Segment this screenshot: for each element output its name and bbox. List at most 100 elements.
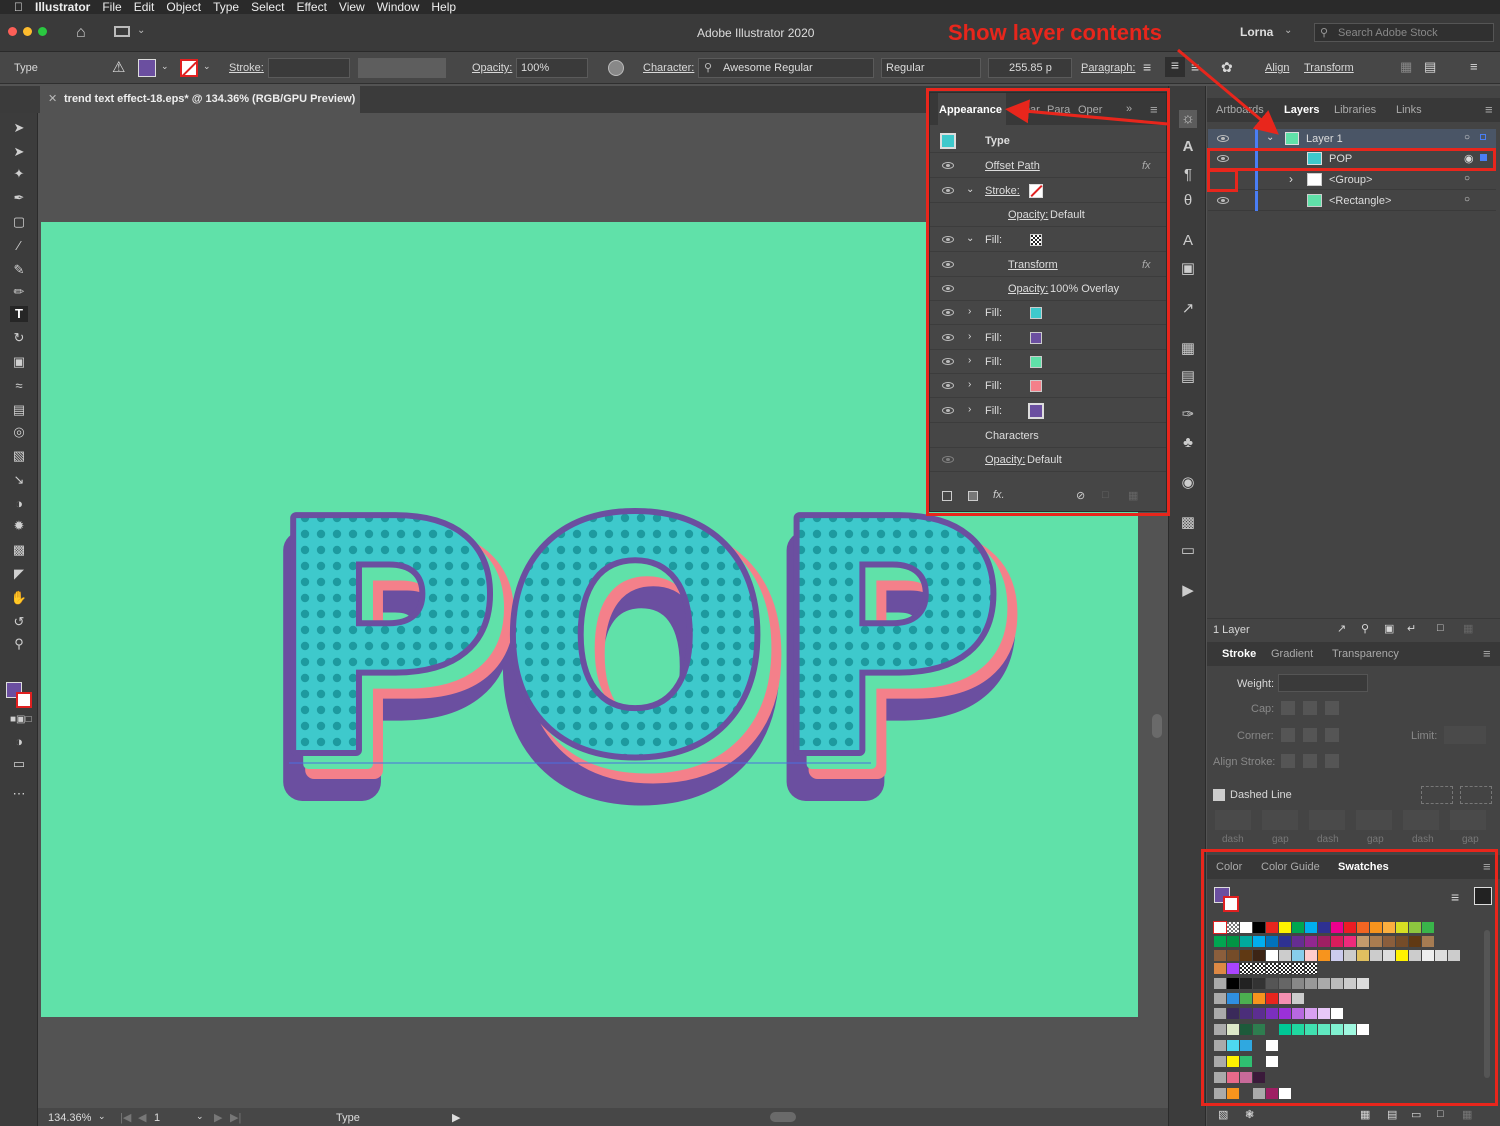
symbols-panel-icon[interactable]: ♣: [1179, 434, 1197, 452]
selection-tool-icon[interactable]: ➤: [10, 120, 28, 136]
stroke-label[interactable]: Stroke:: [229, 62, 264, 74]
paintbrush-icon[interactable]: ✎: [10, 262, 28, 278]
folder-icon[interactable]: ▭: [1411, 1108, 1421, 1121]
tab-links[interactable]: Links: [1396, 104, 1422, 116]
apple-icon[interactable]: : [14, 0, 23, 14]
delete-swatch-icon[interactable]: ▦: [1462, 1108, 1472, 1121]
blend-tool-icon[interactable]: ◑: [10, 496, 28, 512]
artboard-tool-icon[interactable]: ▩: [10, 542, 28, 558]
magic-wand-icon[interactable]: ✦: [10, 166, 28, 182]
symbol-sprayer-icon[interactable]: ✹: [10, 518, 28, 534]
dash-field-3[interactable]: [1403, 810, 1439, 830]
menu-effect[interactable]: Effect: [296, 0, 326, 14]
close-tab-icon[interactable]: ✕: [48, 92, 57, 105]
hand-tool-icon[interactable]: ✋: [10, 590, 28, 606]
menu-window[interactable]: Window: [377, 0, 420, 14]
add-to-library-icon[interactable]: ❃: [1245, 1108, 1254, 1121]
warp-tool-icon[interactable]: ≈: [10, 378, 28, 394]
menu-type[interactable]: Type: [213, 0, 239, 14]
user-chevron-icon[interactable]: ⌄: [1284, 25, 1292, 36]
layer-row-group[interactable]: › <Group> ○: [1208, 170, 1496, 190]
square-cap-button[interactable]: [1325, 701, 1339, 715]
next-page-icon[interactable]: ▶: [214, 1111, 222, 1124]
font-style-field[interactable]: Regular: [881, 58, 981, 78]
swatch-libraries-icon[interactable]: ▧: [1218, 1108, 1228, 1121]
tab-gradient[interactable]: Gradient: [1271, 648, 1313, 660]
eyedropper-icon[interactable]: ↘: [10, 472, 28, 488]
control-menu-icon[interactable]: ≡: [1470, 59, 1478, 74]
fill-color-swatch[interactable]: [138, 59, 156, 77]
gap-field-2[interactable]: [1356, 810, 1392, 830]
line-tool-icon[interactable]: ⁄: [10, 238, 28, 254]
stroke-chevron-icon[interactable]: ⌄: [203, 61, 211, 72]
more-tools-icon[interactable]: ⋯: [10, 786, 28, 802]
rotate-tool-icon[interactable]: ↻: [10, 330, 28, 346]
maximize-window-button[interactable]: [38, 27, 47, 36]
prev-page-icon[interactable]: ◀: [138, 1111, 146, 1124]
gradient-tool-icon[interactable]: ▤: [10, 402, 28, 418]
locate-object-icon[interactable]: ⚲: [1361, 622, 1369, 635]
menu-view[interactable]: View: [339, 0, 365, 14]
layer-name[interactable]: <Group>: [1329, 174, 1372, 186]
dash-field-2[interactable]: [1309, 810, 1345, 830]
target-icon[interactable]: ○: [1464, 194, 1470, 205]
paragraph-panel-icon[interactable]: ¶: [1179, 166, 1197, 184]
isolate-icon[interactable]: ▦: [1400, 59, 1412, 75]
new-swatch-icon[interactable]: □: [1437, 1108, 1444, 1120]
align-center-button[interactable]: [1281, 754, 1295, 768]
miter-join-button[interactable]: [1281, 728, 1295, 742]
transform-panel-icon[interactable]: ▦: [1179, 340, 1197, 358]
layer-name[interactable]: Layer 1: [1306, 133, 1343, 145]
menu-file[interactable]: File: [102, 0, 121, 14]
stroke-menu-icon[interactable]: ≡: [1483, 646, 1491, 661]
character-label[interactable]: Character:: [643, 62, 694, 74]
bevel-join-button[interactable]: [1325, 728, 1339, 742]
screen-mode-icon[interactable]: ▭: [10, 756, 28, 772]
zoom-level[interactable]: 134.36%: [48, 1112, 91, 1124]
page-chevron-icon[interactable]: ⌄: [196, 1111, 204, 1122]
draw-mode-icon[interactable]: ◑: [10, 734, 28, 750]
font-family-field[interactable]: ⚲ Awesome Regular: [698, 58, 874, 78]
align-outside-button[interactable]: [1325, 754, 1339, 768]
round-join-button[interactable]: [1303, 728, 1317, 742]
document-tab[interactable]: ✕ trend text effect-18.eps* @ 134.36% (R…: [40, 86, 360, 113]
round-cap-button[interactable]: [1303, 701, 1317, 715]
menu-object[interactable]: Object: [166, 0, 201, 14]
stroke-swatch[interactable]: [16, 692, 32, 708]
zoom-chevron-icon[interactable]: ⌄: [98, 1111, 106, 1122]
new-color-group-icon[interactable]: ▤: [1387, 1108, 1397, 1121]
opacity-field[interactable]: 100%: [516, 58, 588, 78]
gap-field-1[interactable]: [1262, 810, 1298, 830]
graphic-styles-icon[interactable]: ▣: [1179, 260, 1197, 278]
workspace-layout-icon[interactable]: [114, 26, 130, 37]
align-dash-button[interactable]: [1460, 786, 1492, 804]
tab-transparency[interactable]: Transparency: [1332, 648, 1399, 660]
status-arrow-icon[interactable]: ▶: [452, 1111, 460, 1124]
page-number[interactable]: 1: [154, 1112, 160, 1124]
clipping-mask-icon[interactable]: ▣: [1384, 622, 1394, 635]
rectangle-tool-icon[interactable]: ▢: [10, 214, 28, 230]
pathfinder-icon[interactable]: ▩: [1179, 514, 1197, 532]
align-inside-button[interactable]: [1303, 754, 1317, 768]
stroke-weight-field[interactable]: [268, 58, 350, 78]
eraser-icon[interactable]: ▣: [10, 354, 28, 370]
transform-link[interactable]: Transform: [1304, 62, 1354, 74]
swatch-options-icon[interactable]: ▦: [1360, 1108, 1370, 1121]
opentype-panel-icon[interactable]: θ: [1179, 192, 1197, 210]
pencil-icon[interactable]: ✏: [10, 284, 28, 300]
tab-libraries[interactable]: Libraries: [1334, 104, 1376, 116]
pen-tool-icon[interactable]: ✒: [10, 190, 28, 206]
arrange-icon[interactable]: ▤: [1424, 59, 1436, 75]
target-icon[interactable]: ○: [1464, 132, 1470, 143]
user-name[interactable]: Lorna: [1240, 25, 1273, 39]
export-icon[interactable]: ↗: [1337, 622, 1346, 635]
artboards-panel-icon[interactable]: ▭: [1179, 542, 1197, 560]
stroke-color-swatch[interactable]: [180, 59, 198, 77]
color-mode-icon[interactable]: ■▣□: [10, 712, 32, 728]
recolor-artwork-icon[interactable]: [608, 60, 624, 76]
expand-group-icon[interactable]: ›: [1289, 172, 1293, 186]
menu-app-name[interactable]: Illustrator: [35, 0, 90, 14]
delete-layer-icon[interactable]: ▦: [1463, 622, 1473, 635]
minimize-window-button[interactable]: [23, 27, 32, 36]
chevron-down-icon[interactable]: ⌄: [137, 25, 145, 36]
